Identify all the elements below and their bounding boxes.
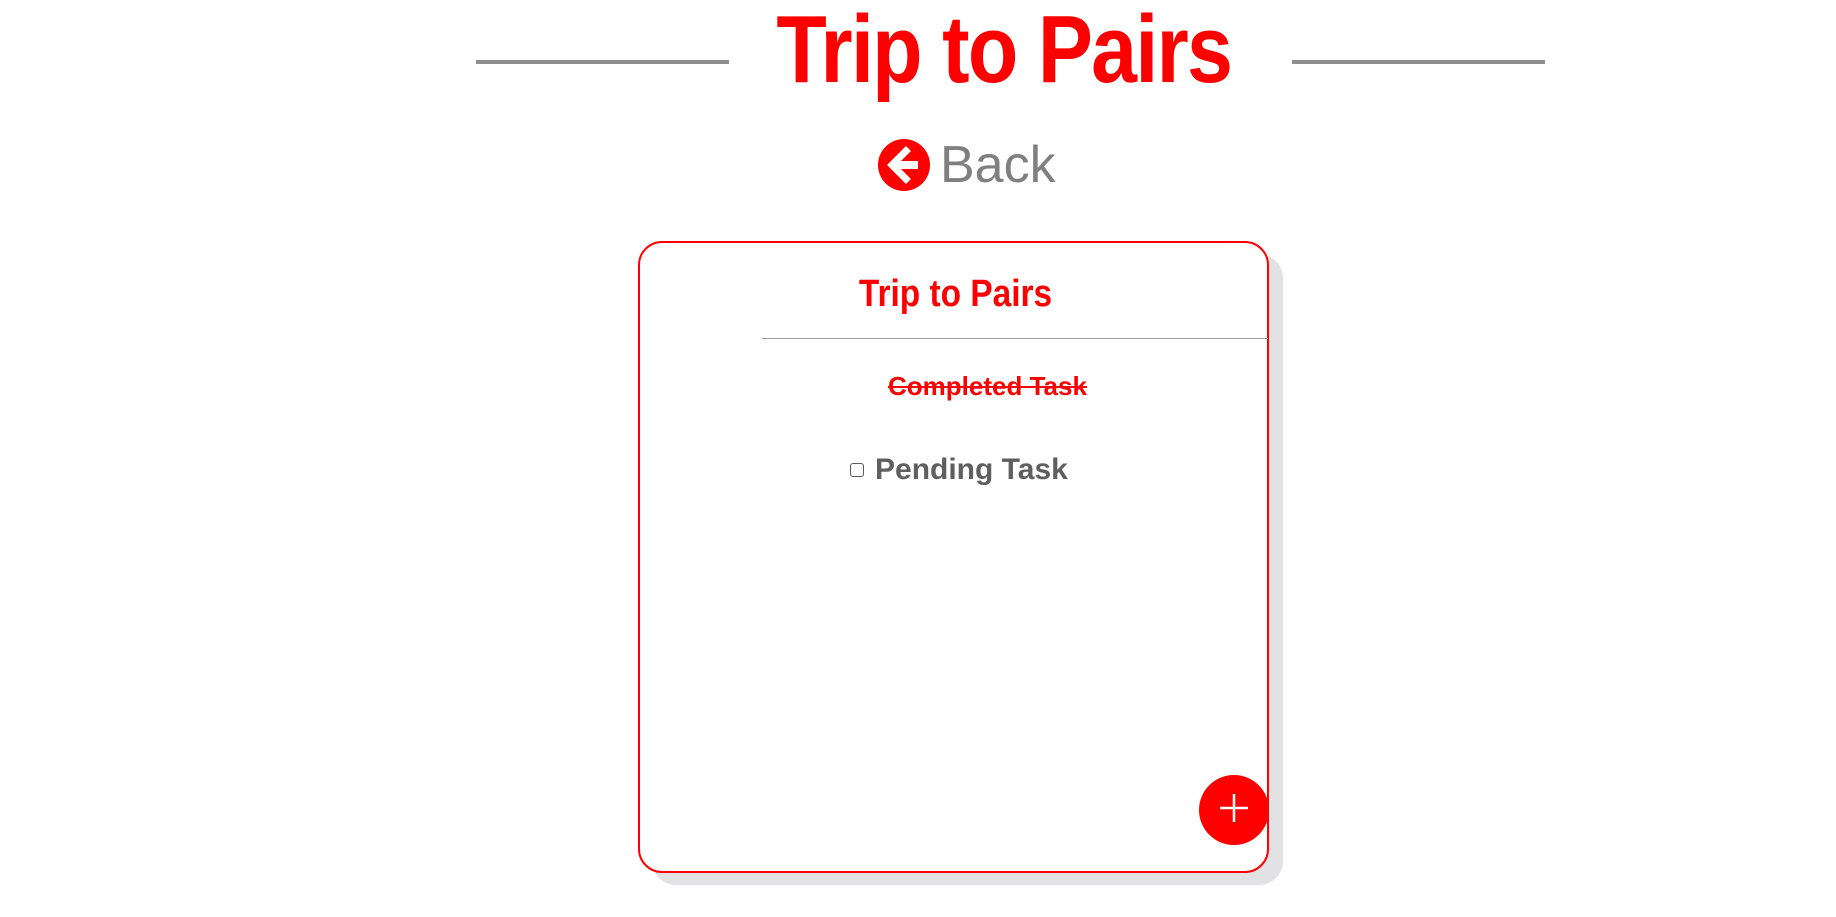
card-divider [762, 338, 1268, 339]
page-title: Trip to Pairs [776, 0, 1232, 103]
back-button[interactable]: Back [878, 136, 1056, 194]
page-header: Trip to Pairs [0, 0, 1836, 120]
plus-icon [1217, 791, 1251, 830]
back-label: Back [940, 136, 1056, 194]
header-divider-right [1292, 60, 1545, 64]
header-divider-left [476, 60, 729, 64]
pending-task-item: Pending Task [850, 453, 1068, 487]
task-list-card: Trip to Pairs Completed Task Pending Tas… [638, 241, 1269, 873]
card-title: Trip to Pairs [858, 273, 1053, 315]
add-task-button[interactable] [1199, 775, 1269, 845]
task-checkbox[interactable] [850, 463, 864, 477]
completed-task-item[interactable]: Completed Task [888, 371, 1087, 402]
pending-task-label: Pending Task [875, 453, 1068, 486]
arrow-left-circle-icon [878, 139, 930, 191]
